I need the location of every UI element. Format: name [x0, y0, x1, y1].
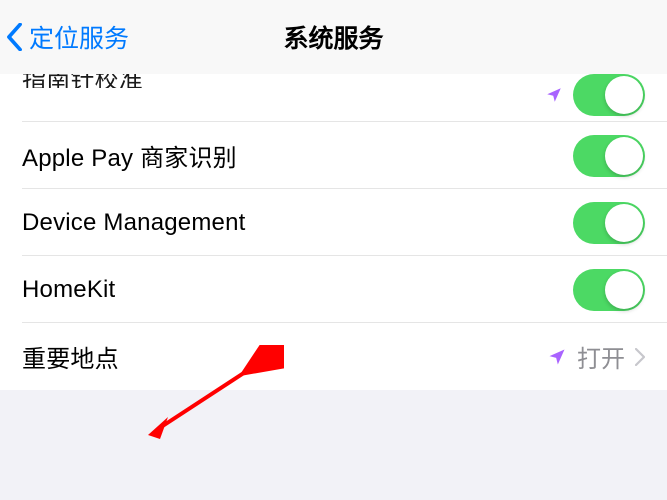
row-significant-locations[interactable]: 重要地点 打开	[0, 323, 667, 390]
footer-space	[0, 390, 667, 414]
row-compass: 指南针校准	[0, 74, 667, 122]
row-homekit-label: HomeKit	[22, 276, 115, 304]
back-label: 定位服务	[29, 19, 129, 55]
page-title: 系统服务	[283, 19, 383, 55]
toggle-compass[interactable]	[573, 74, 645, 116]
toggle-applepay[interactable]	[573, 135, 645, 177]
chevron-left-icon	[6, 23, 23, 51]
location-arrow-icon	[547, 347, 567, 367]
row-significant-value: 打开	[577, 339, 625, 374]
row-devmgmt: Device Management	[0, 189, 667, 256]
nav-bar: 定位服务 系统服务	[0, 0, 667, 74]
row-devmgmt-label: Device Management	[22, 209, 246, 237]
settings-list: 指南针校准 Apple Pay 商家识别 Device Management H…	[0, 74, 667, 390]
row-applepay: Apple Pay 商家识别	[0, 122, 667, 189]
chevron-right-icon	[635, 348, 645, 366]
toggle-devmgmt[interactable]	[573, 202, 645, 244]
toggle-homekit[interactable]	[573, 269, 645, 311]
back-button[interactable]: 定位服务	[6, 19, 129, 55]
row-compass-label: 指南针校准	[22, 74, 143, 88]
row-homekit: HomeKit	[0, 256, 667, 323]
location-arrow-icon	[545, 86, 563, 104]
row-significant-label: 重要地点	[22, 339, 119, 374]
row-applepay-label: Apple Pay 商家识别	[22, 138, 237, 173]
